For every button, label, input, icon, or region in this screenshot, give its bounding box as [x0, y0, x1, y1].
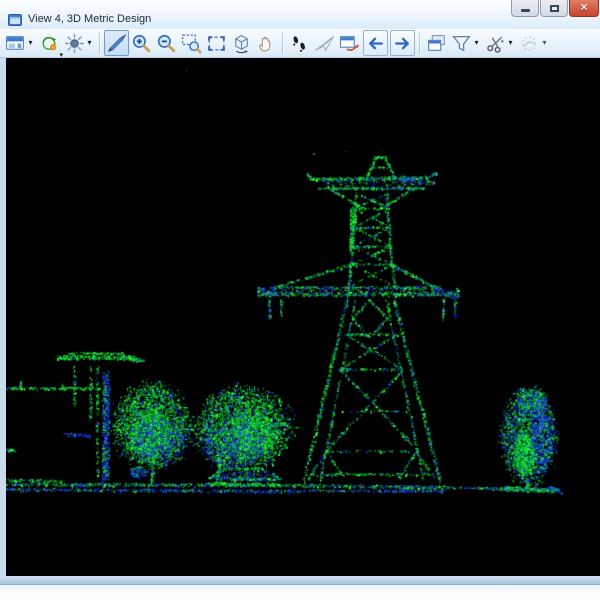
change-perspective-icon: [519, 33, 540, 54]
view-previous-button[interactable]: [363, 30, 388, 56]
titlebar[interactable]: View 4, 3D Metric Design ×: [0, 0, 600, 29]
view-window: View 4, 3D Metric Design × ▾▾▾▾▾▾: [0, 0, 600, 585]
clip-mask-button[interactable]: ▾: [483, 30, 517, 56]
zoom-in-icon: [131, 33, 152, 54]
dropdown-arrow-icon[interactable]: ▾: [472, 31, 481, 55]
view-display-mode-button[interactable]: ▾: [3, 30, 37, 56]
adjust-brightness-button[interactable]: ▾: [62, 30, 96, 56]
copy-view-button[interactable]: [424, 30, 449, 56]
view-toolbar: ▾▾▾▾▾▾: [0, 29, 600, 58]
zoom-in-button[interactable]: [129, 30, 154, 56]
desktop-background: [0, 585, 600, 600]
zoom-out-button[interactable]: [154, 30, 179, 56]
dropdown-arrow-icon[interactable]: ▾: [540, 31, 549, 55]
update-view-button[interactable]: [104, 30, 129, 56]
window-title: View 4, 3D Metric Design: [28, 13, 151, 25]
window-bottom-frame: [0, 576, 600, 585]
window-icon: [8, 13, 22, 25]
window-controls: ×: [511, 0, 599, 17]
close-button[interactable]: ×: [569, 0, 599, 17]
change-perspective-button[interactable]: ▾: [517, 30, 551, 56]
close-icon: ×: [580, 2, 587, 12]
toolbar-separator: [419, 33, 421, 54]
walk-icon: [289, 33, 310, 54]
view-next-icon: [392, 33, 413, 54]
dropdown-arrow-icon[interactable]: ▾: [506, 31, 515, 55]
fit-view-icon: [206, 33, 227, 54]
clip-volume-icon: [451, 33, 472, 54]
maximize-icon: [550, 5, 559, 12]
copy-view-icon: [426, 33, 447, 54]
dropdown-arrow-icon[interactable]: ▾: [26, 31, 35, 55]
navigate-view-button[interactable]: [337, 30, 362, 56]
maximize-button[interactable]: [540, 0, 568, 17]
view-next-button[interactable]: [390, 30, 415, 56]
minimize-icon: [521, 9, 530, 12]
window-area-button[interactable]: [179, 30, 204, 56]
rotate-view-icon: [231, 33, 252, 54]
update-view-icon: [106, 33, 127, 54]
fit-view-button[interactable]: [204, 30, 229, 56]
rotate-view-button[interactable]: [229, 30, 254, 56]
toolbar-separator: [99, 33, 101, 54]
pan-view-button[interactable]: [254, 30, 279, 56]
adjust-brightness-icon: [64, 33, 85, 54]
window-area-icon: [181, 33, 202, 54]
dropdown-arrow-icon[interactable]: ▾: [85, 31, 94, 55]
camera-orbit-button[interactable]: ▾: [37, 30, 62, 56]
pan-view-icon: [256, 33, 277, 54]
minimize-button[interactable]: [511, 0, 539, 17]
clip-mask-icon: [485, 33, 506, 54]
fly-button[interactable]: [312, 30, 337, 56]
viewport[interactable]: [6, 58, 600, 576]
view-display-mode-icon: [5, 33, 26, 54]
clip-volume-button[interactable]: ▾: [449, 30, 483, 56]
zoom-out-icon: [156, 33, 177, 54]
toolbar-separator: [282, 33, 284, 54]
point-cloud-canvas[interactable]: [6, 58, 600, 576]
fly-icon: [314, 33, 335, 54]
view-previous-icon: [365, 33, 386, 54]
camera-orbit-icon: [39, 33, 60, 54]
walk-button[interactable]: [287, 30, 312, 56]
navigate-view-icon: [339, 33, 360, 54]
